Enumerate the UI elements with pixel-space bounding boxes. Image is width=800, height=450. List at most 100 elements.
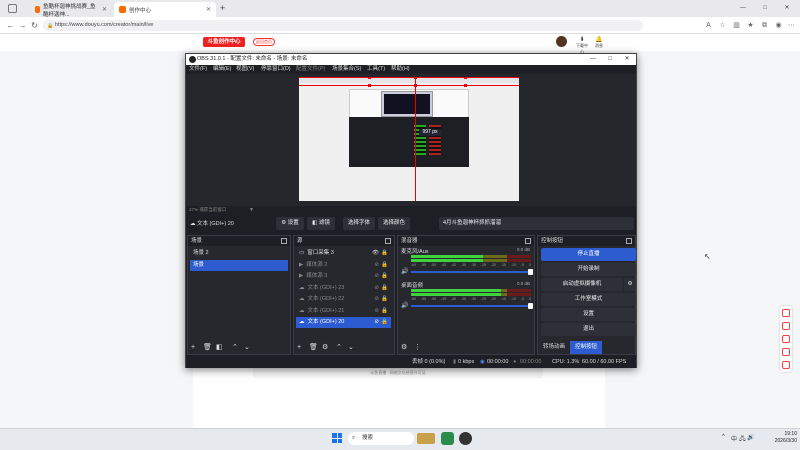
filters-button[interactable]: ◧ 滤镜 [307,217,335,230]
source-item[interactable]: ☁ 文本 (GDI+) 21 ⊘ 🔒 [296,306,391,317]
move-up-icon[interactable]: ⌃ [336,344,342,351]
start-virtual-camera-button[interactable]: 启动虚拟摄像机 [541,278,623,291]
close-tab-icon[interactable]: ✕ [102,6,107,13]
close-tab-icon[interactable]: ✕ [206,6,211,13]
split-screen-icon[interactable]: ▥ [732,21,741,30]
taskbar-clock[interactable]: 19:10 2026/3/30 [747,431,797,445]
undock-icon[interactable] [525,238,531,244]
help-icon[interactable] [782,335,790,343]
favorite-star-icon[interactable]: ☆ [718,21,727,30]
move-down-icon[interactable]: ⌄ [348,344,354,351]
refresh-icon[interactable]: ↻ [30,21,39,30]
volume-knob[interactable] [528,303,533,309]
transform-handle[interactable] [464,77,467,79]
lock-icon[interactable]: 🔒 [381,260,388,271]
lock-icon[interactable]: 🔒 [381,283,388,294]
more-icon[interactable]: ⋯ [787,21,796,30]
feedback-icon[interactable] [782,348,790,356]
source-properties-icon[interactable]: ⚙ [322,344,328,351]
menu-edit[interactable]: 编辑(E) [213,65,231,74]
undock-icon[interactable] [281,238,287,244]
top-icon[interactable] [782,361,790,369]
scene-filters-icon[interactable]: ◧ [216,344,223,351]
text-source-input[interactable]: 4月斗鱼迦神杯抓抓溜溜 [439,217,634,230]
menu-tools[interactable]: 工具(T) [367,65,385,74]
tab-douyu-event[interactable]: 鱼酷杯迦神挑战赛_鱼酷杯迦神... ✕ [30,2,112,18]
windows-start-icon[interactable] [332,433,342,443]
source-item[interactable]: ▭ 窗口采集 3 👁 🔒 [296,248,391,259]
lock-icon[interactable]: 🔒 [381,248,388,259]
close-window-icon[interactable]: ✕ [780,3,794,14]
transform-handle[interactable] [368,84,371,87]
url-input[interactable]: https://www.douyu.com/creator/main/live [43,20,643,31]
volume-slider[interactable] [411,303,533,309]
obs-maximize-icon[interactable]: □ [603,54,617,65]
search-highlight-icon[interactable] [417,433,435,444]
chat-icon[interactable] [782,322,790,330]
visibility-hidden-icon[interactable]: ⊘ [374,294,379,305]
visibility-hidden-icon[interactable]: ⊘ [374,271,379,282]
visibility-eye-icon[interactable]: 👁 [372,248,379,259]
transform-handle[interactable] [414,84,417,87]
remove-source-icon[interactable]: 🗑 [309,344,318,351]
read-aloud-icon[interactable]: A [704,21,713,30]
file-explorer-icon[interactable] [441,432,454,445]
settings-button[interactable]: 设置 [541,308,636,321]
speaker-icon[interactable]: 🔊 [401,302,408,309]
studio-mode-button[interactable]: 工作室模式 [541,293,636,306]
transform-handle[interactable] [464,84,467,87]
volume-knob[interactable] [528,269,533,275]
lock-icon[interactable]: 🔒 [381,317,388,328]
visibility-hidden-icon[interactable]: ⊘ [374,317,379,328]
remove-scene-icon[interactable]: 🗑 [203,344,212,351]
undock-icon[interactable] [626,238,632,244]
tab-creator-center[interactable]: 创作中心 ✕ [114,2,216,17]
lock-icon[interactable]: 🔒 [381,306,388,317]
add-source-icon[interactable]: + [297,344,301,351]
tab-actions-icon[interactable] [8,4,17,13]
collections-icon[interactable]: ⧉ [760,21,769,30]
tray-expand-icon[interactable]: ^ [722,434,725,440]
source-item[interactable]: ▶ 媒体源 2 ⊘ 🔒 [296,260,391,271]
transform-handle[interactable] [368,77,371,79]
obs-close-icon[interactable]: ✕ [620,54,634,65]
taskbar-search[interactable]: ⌕ 搜索 [348,432,414,445]
start-recording-button[interactable]: 开始录制 [541,263,636,276]
back-home-button[interactable]: 返回首页 [253,38,275,46]
visibility-hidden-icon[interactable]: ⊘ [374,283,379,294]
forward-icon[interactable]: → [18,21,27,30]
select-color-button[interactable]: 选择颜色 [378,217,410,230]
tab-controls[interactable]: 控制按钮 [570,341,603,354]
douyu-logo[interactable]: 斗鱼创作中心 [203,37,245,47]
menu-file[interactable]: 文件(F) [189,65,207,74]
lock-icon[interactable]: 🔒 [47,23,53,29]
transform-handle[interactable] [414,77,417,79]
stop-streaming-button[interactable]: 停止直播 [541,248,636,261]
profile-icon[interactable]: ◉ [774,21,783,30]
menu-scene-collection[interactable]: 场景集合(S) [332,65,361,74]
lock-icon[interactable]: 🔒 [381,294,388,305]
gift-icon[interactable] [782,309,790,317]
menu-help[interactable]: 帮助(H) [391,65,410,74]
favorites-icon[interactable]: ★ [746,21,755,30]
tray-lang-indicator[interactable]: 中 [731,434,737,443]
scene-item[interactable]: 场景 [190,260,288,271]
visibility-hidden-icon[interactable]: ⊘ [374,260,379,271]
preview-canvas[interactable]: 997 px [299,77,519,201]
speaker-icon[interactable]: 🔊 [401,268,408,275]
new-tab-button[interactable]: + [220,3,225,13]
source-item[interactable]: ☁ 文本 (GDI+) 20 ⊘ 🔒 [296,317,391,328]
scene-item[interactable]: 场景 2 [190,248,288,259]
menu-view[interactable]: 视图(V) [236,65,254,74]
mixer-menu-icon[interactable]: ⋮ [414,344,421,351]
source-item[interactable]: ▶ 媒体源 3 ⊘ 🔒 [296,271,391,282]
zoom-dropdown-icon[interactable]: ▼ [249,206,254,214]
visibility-hidden-icon[interactable]: ⊘ [374,306,379,317]
volume-slider[interactable] [411,269,533,275]
messages[interactable]: 🔔 消息 [592,36,606,50]
lock-icon[interactable]: 🔒 [381,271,388,282]
download-center[interactable]: ⬇ 下载中心 [575,36,589,54]
select-font-button[interactable]: 选择字体 [343,217,375,230]
advanced-audio-icon[interactable]: ⚙ [401,344,407,351]
undock-icon[interactable] [385,238,391,244]
